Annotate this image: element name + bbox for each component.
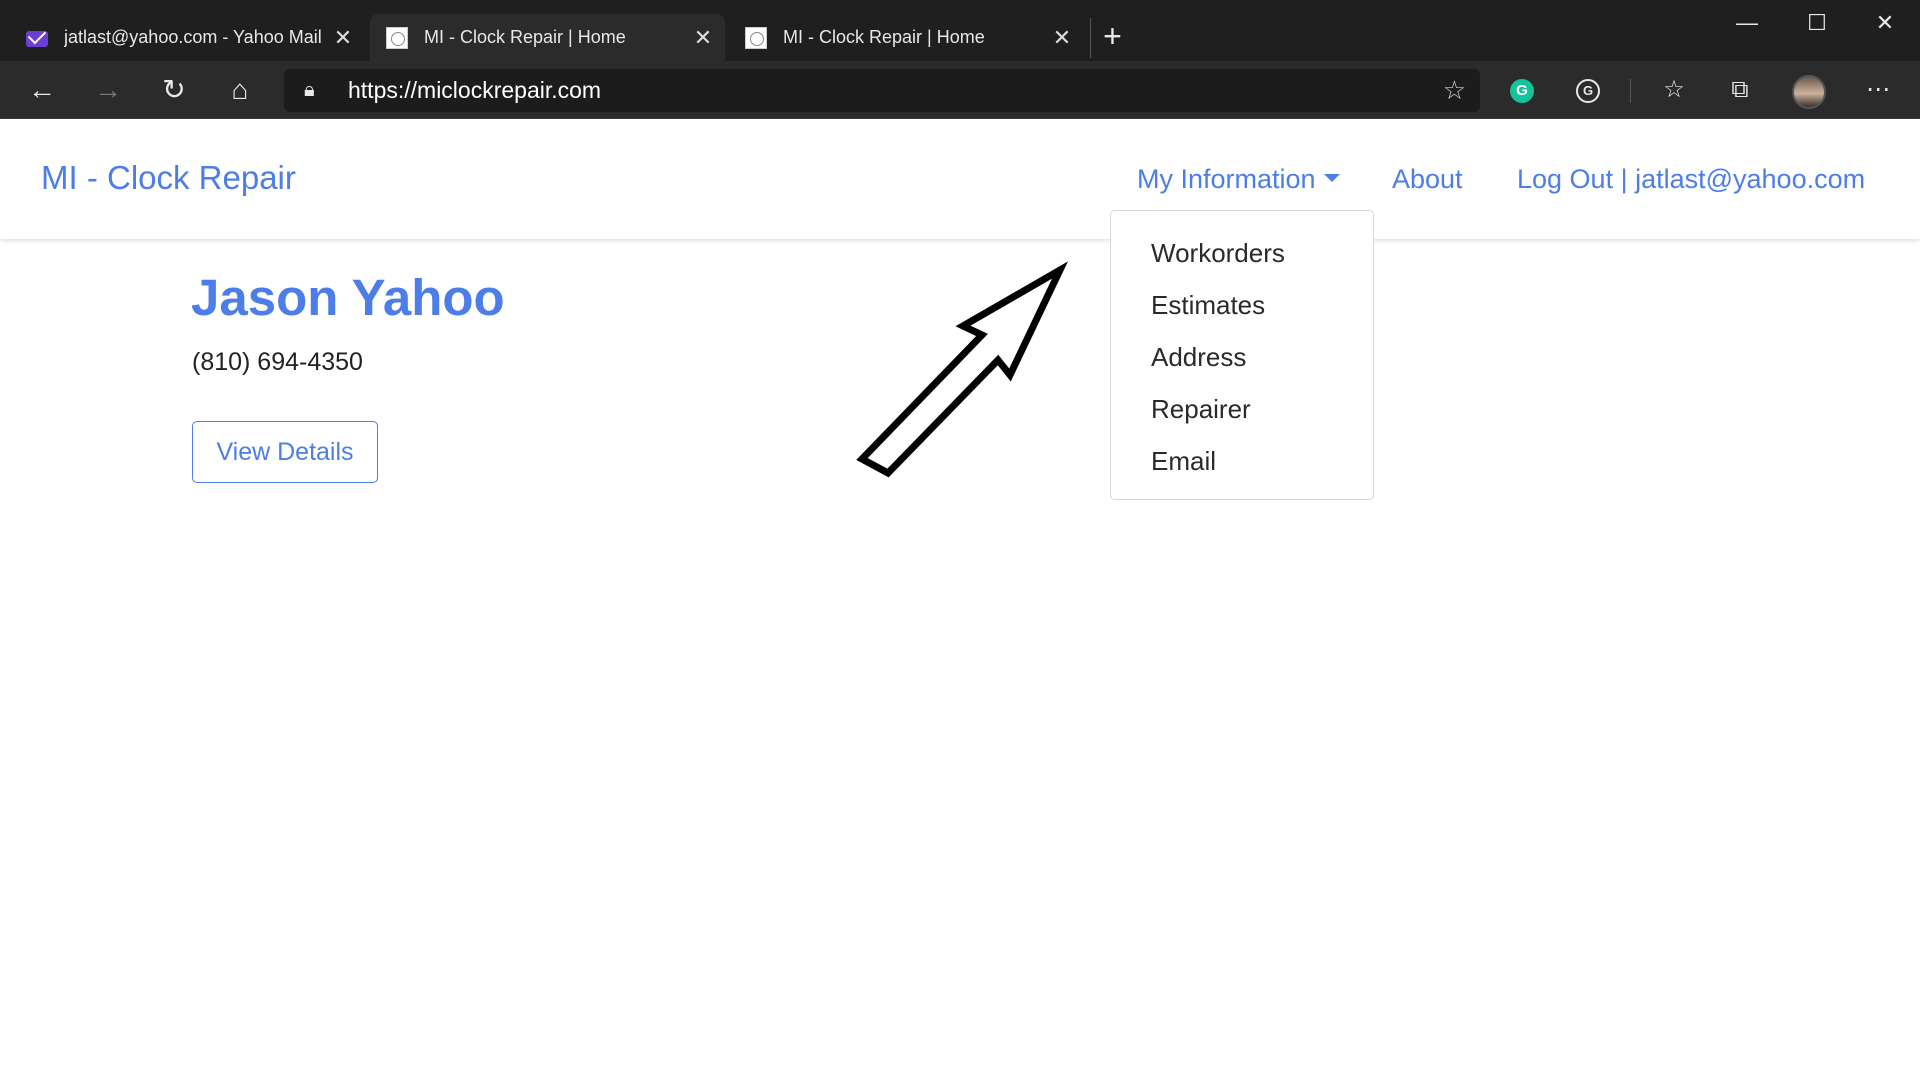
tab-clock-repair-home-active[interactable]: MI - Clock Repair | Home ✕ [370, 14, 725, 61]
close-tab-icon[interactable]: ✕ [327, 25, 359, 51]
tab-yahoo-mail[interactable]: jatlast@yahoo.com - Yahoo Mail ✕ [10, 14, 365, 61]
refresh-icon[interactable]: ↻ [152, 69, 196, 111]
site-favicon-icon [745, 26, 767, 49]
browser-toolbar: ← → ↻ ⌂ 🔒︎ https://miclockrepair.com ☆ G… [0, 61, 1920, 119]
tab-title: jatlast@yahoo.com - Yahoo Mail [64, 27, 322, 47]
tab-clock-repair-home[interactable]: MI - Clock Repair | Home ✕ [729, 14, 1084, 61]
caret-down-icon [1323, 173, 1340, 182]
dropdown-item-email[interactable]: Email [1111, 435, 1373, 487]
close-tab-icon[interactable]: ✕ [1046, 25, 1078, 51]
view-details-button[interactable]: View Details [192, 421, 378, 483]
profile-name: Jason Yahoo [191, 269, 505, 326]
forward-icon[interactable]: → [86, 69, 130, 111]
favorites-icon[interactable]: ☆ [1652, 69, 1696, 111]
my-information-dropdown-toggle[interactable]: My Information [1137, 164, 1340, 195]
more-menu-icon[interactable]: ⋯ [1856, 69, 1900, 111]
dropdown-item-workorders[interactable]: Workorders [1111, 227, 1373, 279]
yahoo-mail-icon [26, 30, 48, 47]
new-tab-button[interactable]: + [1090, 18, 1134, 58]
profile-avatar[interactable] [1792, 75, 1826, 109]
maximize-icon[interactable]: ☐ [1784, 0, 1850, 46]
my-information-label: My Information [1137, 164, 1316, 194]
browser-titlebar: jatlast@yahoo.com - Yahoo Mail ✕ MI - Cl… [0, 0, 1920, 61]
grammarly-icon[interactable]: G [1510, 79, 1534, 103]
address-url: https://miclockrepair.com [348, 77, 602, 103]
address-bar[interactable]: 🔒︎ https://miclockrepair.com ☆ [284, 69, 1480, 112]
dropdown-item-address[interactable]: Address [1111, 331, 1373, 383]
dropdown-item-repairer[interactable]: Repairer [1111, 383, 1373, 435]
site-favicon-icon [386, 26, 408, 49]
toolbar-divider [1630, 79, 1631, 103]
minimize-icon[interactable]: — [1714, 0, 1780, 46]
site-navbar: MI - Clock Repair My Information About L… [0, 119, 1920, 239]
grammarly-extension-icon[interactable]: G [1576, 79, 1600, 103]
tab-title: MI - Clock Repair | Home [783, 27, 985, 47]
home-icon[interactable]: ⌂ [218, 69, 262, 111]
about-link[interactable]: About [1392, 164, 1463, 195]
logout-link[interactable]: Log Out | jatlast@yahoo.com [1517, 164, 1865, 195]
annotation-arrow-icon [856, 261, 1069, 478]
close-tab-icon[interactable]: ✕ [687, 25, 719, 51]
close-window-icon[interactable]: ✕ [1852, 0, 1918, 46]
collections-icon[interactable]: ⧉ [1718, 69, 1762, 111]
add-favorite-icon[interactable]: ☆ [1443, 69, 1466, 112]
site-brand[interactable]: MI - Clock Repair [41, 159, 296, 197]
tab-title: MI - Clock Repair | Home [424, 27, 626, 47]
lock-icon: 🔒︎ [304, 79, 315, 101]
profile-phone: (810) 694-4350 [192, 348, 363, 376]
my-information-dropdown-menu: Workorders Estimates Address Repairer Em… [1110, 210, 1374, 500]
dropdown-item-estimates[interactable]: Estimates [1111, 279, 1373, 331]
back-icon[interactable]: ← [20, 69, 64, 111]
